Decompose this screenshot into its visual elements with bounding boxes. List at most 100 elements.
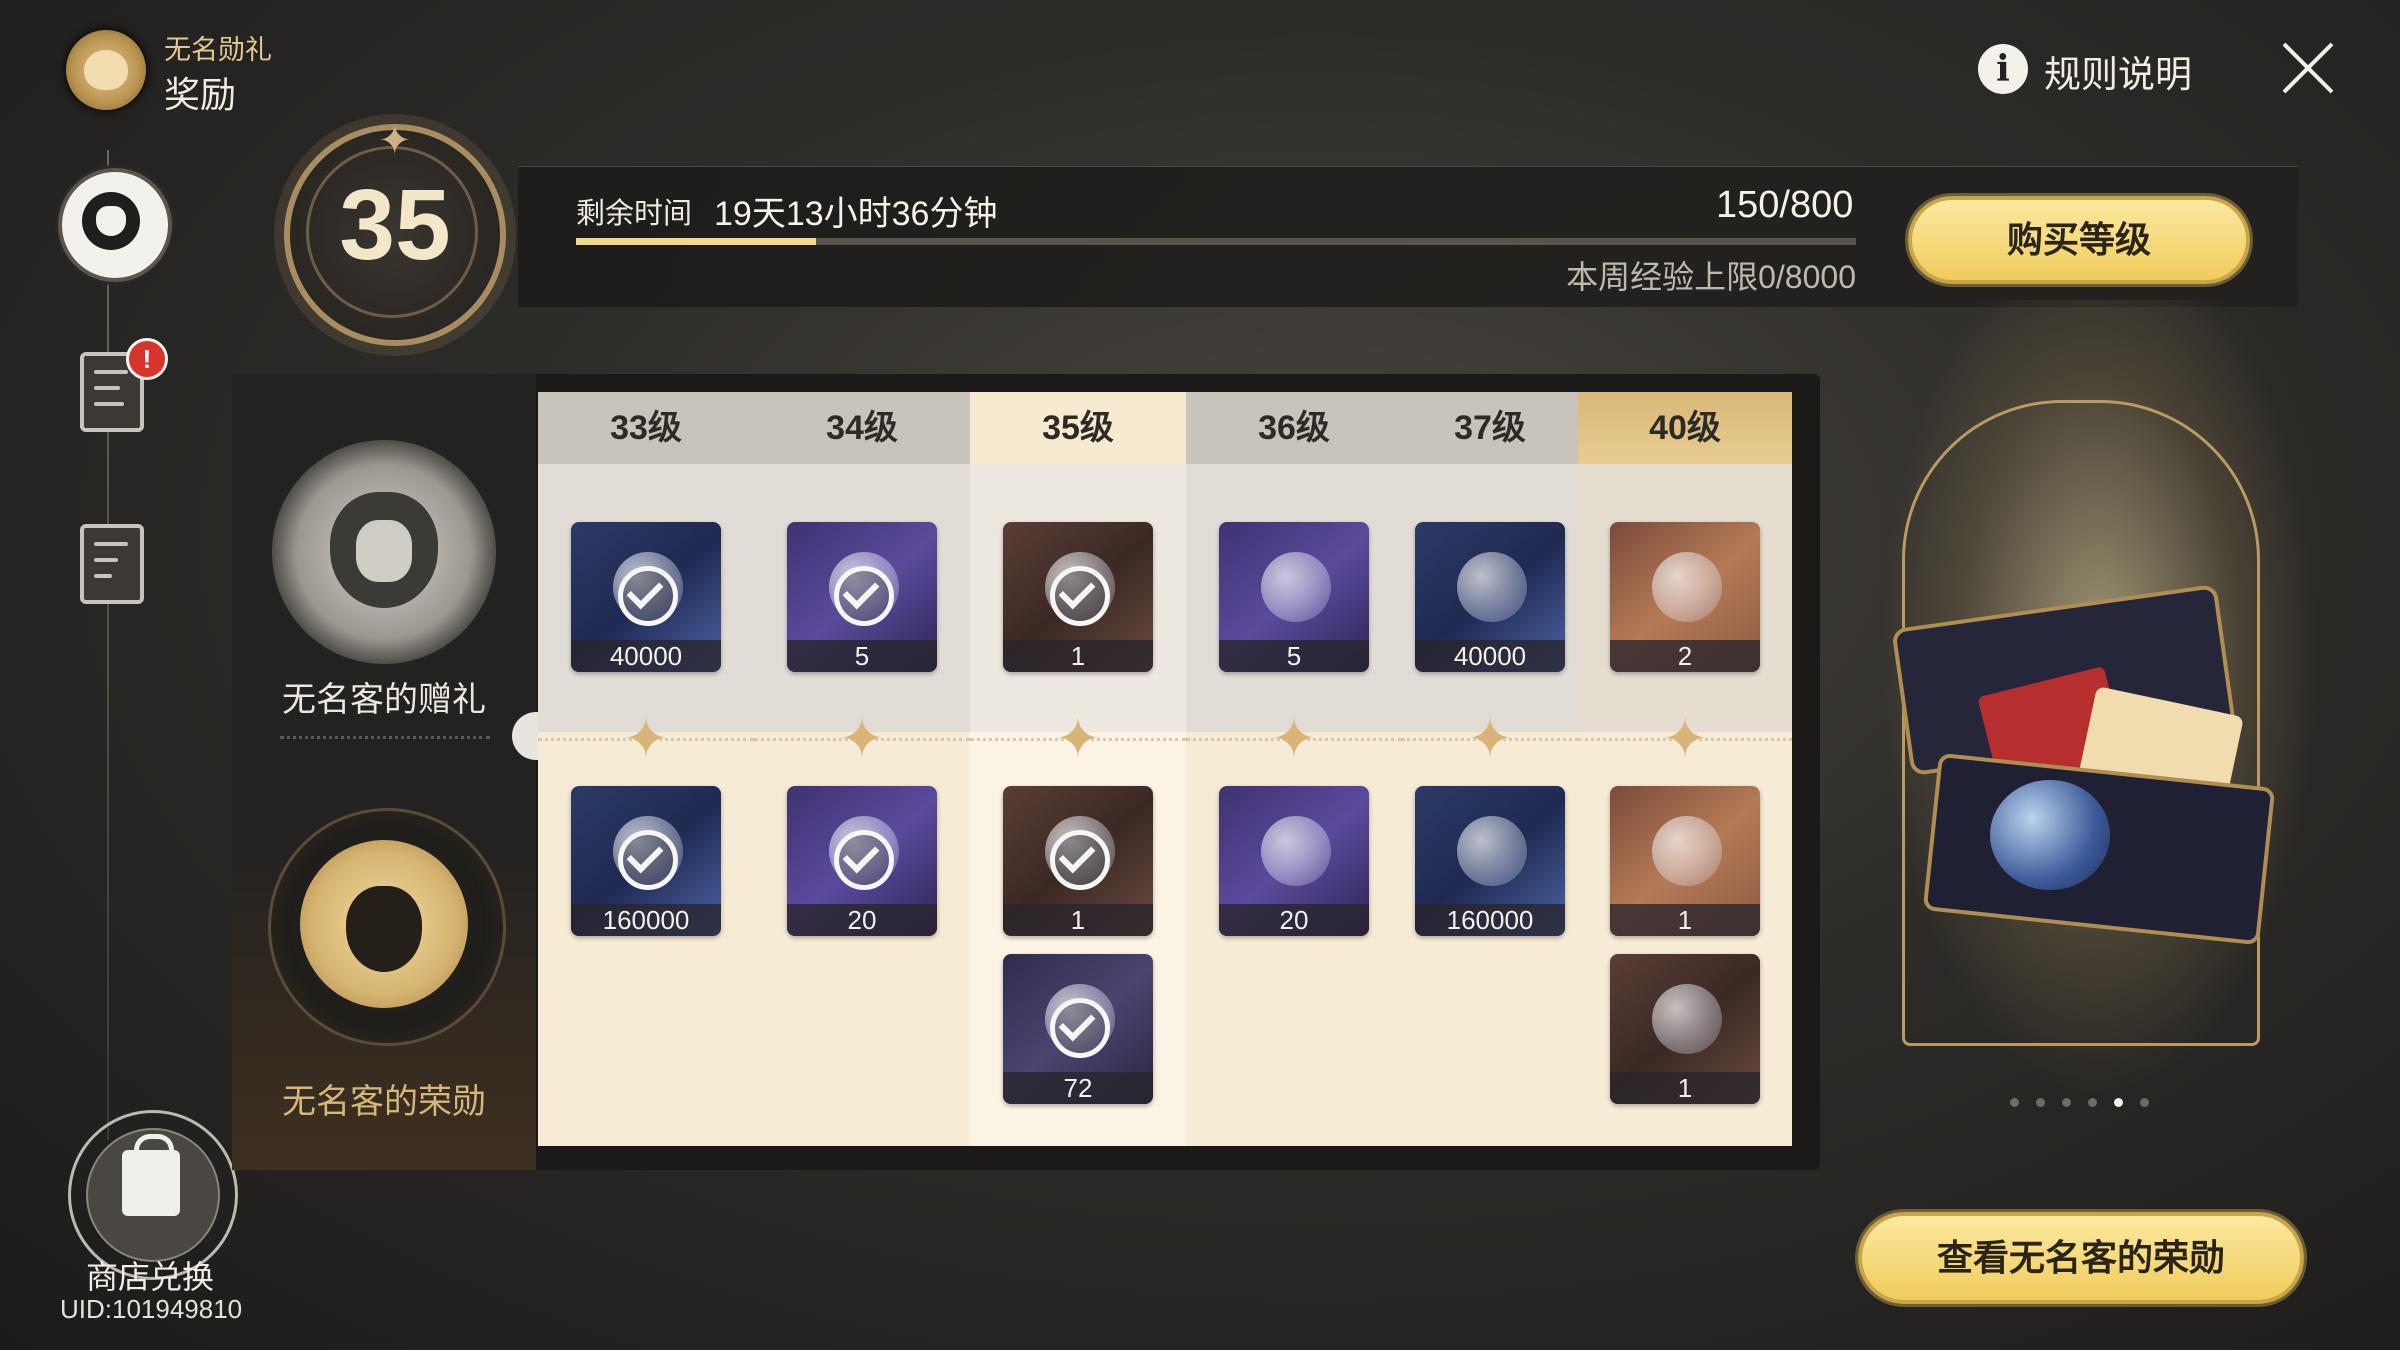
check-mark	[626, 572, 664, 610]
current-level: 35	[339, 169, 451, 281]
reward-item[interactable]: 40000	[571, 522, 721, 672]
reward-item[interactable]: 20	[787, 786, 937, 936]
reward-item[interactable]: 40000	[1415, 522, 1565, 672]
claimed-check-icon	[618, 566, 678, 626]
reward-quantity: 5	[1219, 640, 1369, 672]
rules-button[interactable]: 规则说明	[2044, 44, 2192, 98]
item-art-shape	[1652, 552, 1722, 622]
sparkle-icon: ✦	[1271, 709, 1317, 769]
left-rail-line	[107, 150, 109, 1140]
claimed-check-icon	[1050, 566, 1110, 626]
item-art-shape	[1261, 552, 1331, 622]
reward-item[interactable]: 1	[1003, 786, 1153, 936]
reward-quantity: 1	[1003, 640, 1153, 672]
document-icon-line	[94, 558, 118, 562]
reward-item[interactable]: 1	[1610, 786, 1760, 936]
reward-quantity: 1	[1610, 1072, 1760, 1104]
page-dot[interactable]	[2114, 1098, 2123, 1107]
check-mark	[842, 836, 880, 874]
claimed-check-icon	[834, 566, 894, 626]
page-dot[interactable]	[2140, 1098, 2149, 1107]
reward-quantity: 20	[787, 904, 937, 936]
level-column: 34级 ✦	[754, 392, 972, 1146]
claimed-check-icon	[1050, 830, 1110, 890]
item-art-shape	[1457, 816, 1527, 886]
reward-quantity: 160000	[571, 904, 721, 936]
pass-emblem-core	[84, 50, 128, 90]
check-mark	[1058, 572, 1096, 610]
claimed-check-icon	[834, 830, 894, 890]
level-header: 36级	[1186, 392, 1402, 464]
page-dot[interactable]	[2010, 1098, 2019, 1107]
view-honor-button[interactable]: 查看无名客的荣勋	[1858, 1212, 2304, 1304]
reward-item[interactable]: 1	[1003, 522, 1153, 672]
reward-item[interactable]: 20	[1219, 786, 1369, 936]
sparkle-icon: ✦	[623, 709, 669, 769]
sparkle-icon: ✦	[1055, 709, 1101, 769]
sparkle-icon: ✦	[1662, 709, 1708, 769]
item-art-shape	[1261, 816, 1331, 886]
reward-quantity: 40000	[571, 640, 721, 672]
item-art-shape	[1652, 816, 1722, 886]
reward-quantity: 2	[1610, 640, 1760, 672]
page-dot[interactable]	[2062, 1098, 2071, 1107]
reward-quantity: 40000	[1415, 640, 1565, 672]
clipboard-icon-line	[94, 402, 124, 406]
remaining-time-label: 剩余时间	[576, 198, 693, 230]
level-column: 33级 ✦	[538, 392, 756, 1146]
track-divider	[280, 736, 490, 739]
page-dot[interactable]	[2036, 1098, 2045, 1107]
item-art-shape	[1652, 984, 1722, 1054]
chest-orb-item	[1990, 780, 2110, 890]
free-track-emblem-hole	[356, 520, 412, 582]
info-icon[interactable]: i	[1978, 44, 2028, 94]
reward-item[interactable]: 5	[787, 522, 937, 672]
reward-item[interactable]: 160000	[1415, 786, 1565, 936]
shop-exchange-label: 商店兑换	[86, 1259, 215, 1295]
check-mark	[1058, 836, 1096, 874]
level-header: 35级	[970, 392, 1186, 464]
page-dot[interactable]	[2088, 1098, 2097, 1107]
reward-quantity: 160000	[1415, 904, 1565, 936]
reward-quantity: 1	[1003, 904, 1153, 936]
reward-quantity: 1	[1610, 904, 1760, 936]
level-header: 33级	[538, 392, 754, 464]
close-icon[interactable]	[2276, 36, 2340, 100]
document-icon-line	[94, 574, 112, 578]
reward-quantity: 20	[1219, 904, 1369, 936]
sparkle-icon: ✦	[1467, 709, 1513, 769]
exp-progress-text: 150/800	[1716, 184, 1854, 226]
shopping-bag-icon	[122, 1150, 180, 1216]
notification-badge: !	[126, 338, 168, 380]
reward-item[interactable]: 1	[1610, 954, 1760, 1104]
buy-level-button[interactable]: 购买等级	[1908, 196, 2250, 284]
document-icon-line	[94, 542, 128, 546]
sparkle-icon: ✦	[839, 709, 885, 769]
remaining-time-value: 19天13小时36分钟	[714, 195, 998, 233]
reward-quantity: 5	[787, 640, 937, 672]
reward-quantity: 72	[1003, 1072, 1153, 1104]
reward-item[interactable]: 72	[1003, 954, 1153, 1104]
reward-item[interactable]: 5	[1219, 522, 1369, 672]
honor-track-emblem-core	[346, 886, 422, 972]
page-title: 奖励	[164, 74, 237, 115]
level-header: 37级	[1402, 392, 1578, 464]
claimed-check-icon	[618, 830, 678, 890]
pass-name: 无名勋礼	[164, 35, 272, 65]
honor-track-label: 无名客的荣勋	[282, 1083, 486, 1121]
level-header: 34级	[754, 392, 970, 464]
level-star-icon: ✦	[378, 119, 412, 163]
claimed-check-icon	[1050, 998, 1110, 1058]
level-column: 36级 ✦	[1186, 392, 1404, 1146]
level-header: 40级	[1578, 392, 1792, 464]
clipboard-icon-line	[94, 370, 128, 374]
clipboard-icon-line	[94, 386, 120, 390]
uid-text: UID:101949810	[60, 1294, 243, 1324]
check-mark	[842, 572, 880, 610]
item-art-shape	[1457, 552, 1527, 622]
reward-item[interactable]: 2	[1610, 522, 1760, 672]
reward-item[interactable]: 160000	[571, 786, 721, 936]
level-column: 37级 ✦	[1402, 392, 1580, 1146]
nav-records-button[interactable]	[80, 524, 144, 604]
weekly-exp-cap: 本周经验上限0/8000	[1566, 259, 1856, 295]
